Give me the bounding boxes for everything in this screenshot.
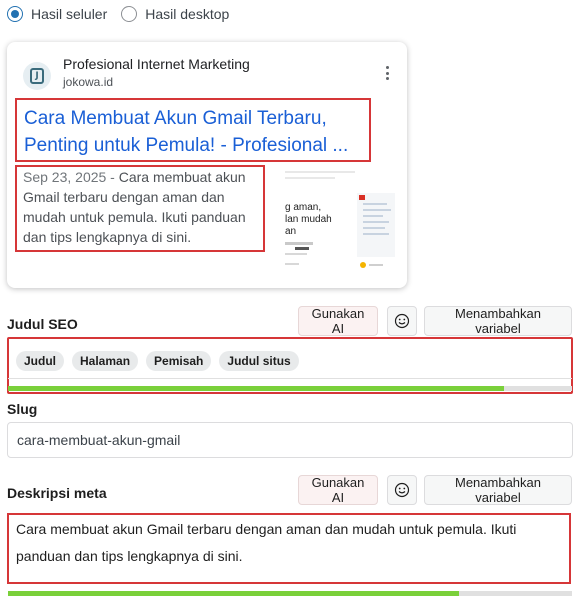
site-name: Profesional Internet Marketing xyxy=(63,56,250,72)
seo-title-tags: Judul Halaman Pemisah Judul situs xyxy=(16,351,307,371)
seo-title-divider xyxy=(8,378,572,379)
serp-title-link[interactable]: Cara Membuat Akun Gmail Terbaru, Penting… xyxy=(24,105,374,159)
site-url: jokowa.id xyxy=(63,75,114,89)
meta-description-label: Deskripsi meta xyxy=(7,485,107,501)
serp-date-separator: - xyxy=(106,169,119,185)
thumb-line-1: g aman, xyxy=(285,202,321,213)
seo-title-add-variable-button[interactable]: Menambahkan variabel xyxy=(424,306,572,336)
site-favicon-icon: J xyxy=(23,62,51,90)
tag-judul[interactable]: Judul xyxy=(16,351,64,371)
seo-title-label: Judul SEO xyxy=(7,316,78,332)
meta-description-length-fill xyxy=(8,591,460,596)
serp-date: Sep 23, 2025 xyxy=(23,169,107,185)
smiley-icon xyxy=(394,482,410,498)
meta-description-emoji-button[interactable] xyxy=(387,475,417,505)
favicon-glyph: J xyxy=(30,68,44,84)
mobile-result-radio[interactable] xyxy=(7,6,23,22)
seo-title-length-bar xyxy=(8,386,572,391)
slug-label: Slug xyxy=(7,401,38,417)
smiley-icon xyxy=(394,313,410,329)
thumbnail-image: g aman, lan mudah an xyxy=(285,169,395,273)
seo-title-ai-button[interactable]: Gunakan AI xyxy=(298,306,378,336)
more-options-icon[interactable] xyxy=(382,64,392,82)
meta-description-length-bar xyxy=(8,591,572,596)
tag-pemisah[interactable]: Pemisah xyxy=(146,351,212,371)
mobile-result-option[interactable]: Hasil seluler xyxy=(7,6,107,22)
desktop-result-label: Hasil desktop xyxy=(145,6,230,22)
article-thumbnail: g aman, lan mudah an xyxy=(285,169,395,273)
meta-description-ai-button[interactable]: Gunakan AI xyxy=(298,475,378,505)
slug-input[interactable]: cara-membuat-akun-gmail xyxy=(7,422,573,458)
meta-description-input[interactable]: Cara membuat akun Gmail terbaru dengan a… xyxy=(7,513,571,584)
preview-mode-toggle: Hasil seluler Hasil desktop xyxy=(7,4,243,24)
mobile-result-label: Hasil seluler xyxy=(31,6,108,22)
meta-description-add-variable-button[interactable]: Menambahkan variabel xyxy=(424,475,572,505)
tag-halaman[interactable]: Halaman xyxy=(72,351,139,371)
desktop-result-option[interactable]: Hasil desktop xyxy=(121,6,229,22)
desktop-result-radio[interactable] xyxy=(121,6,138,22)
seo-title-length-fill xyxy=(8,386,505,391)
seo-title-emoji-button[interactable] xyxy=(387,306,417,336)
thumb-line-2: lan mudah xyxy=(285,214,332,225)
thumb-line-3: an xyxy=(285,226,296,237)
serp-preview-card: J Profesional Internet Marketing jokowa.… xyxy=(7,42,407,288)
serp-snippet: Sep 23, 2025 - Cara membuat akun Gmail t… xyxy=(23,167,269,247)
tag-judul-situs[interactable]: Judul situs xyxy=(219,351,299,371)
